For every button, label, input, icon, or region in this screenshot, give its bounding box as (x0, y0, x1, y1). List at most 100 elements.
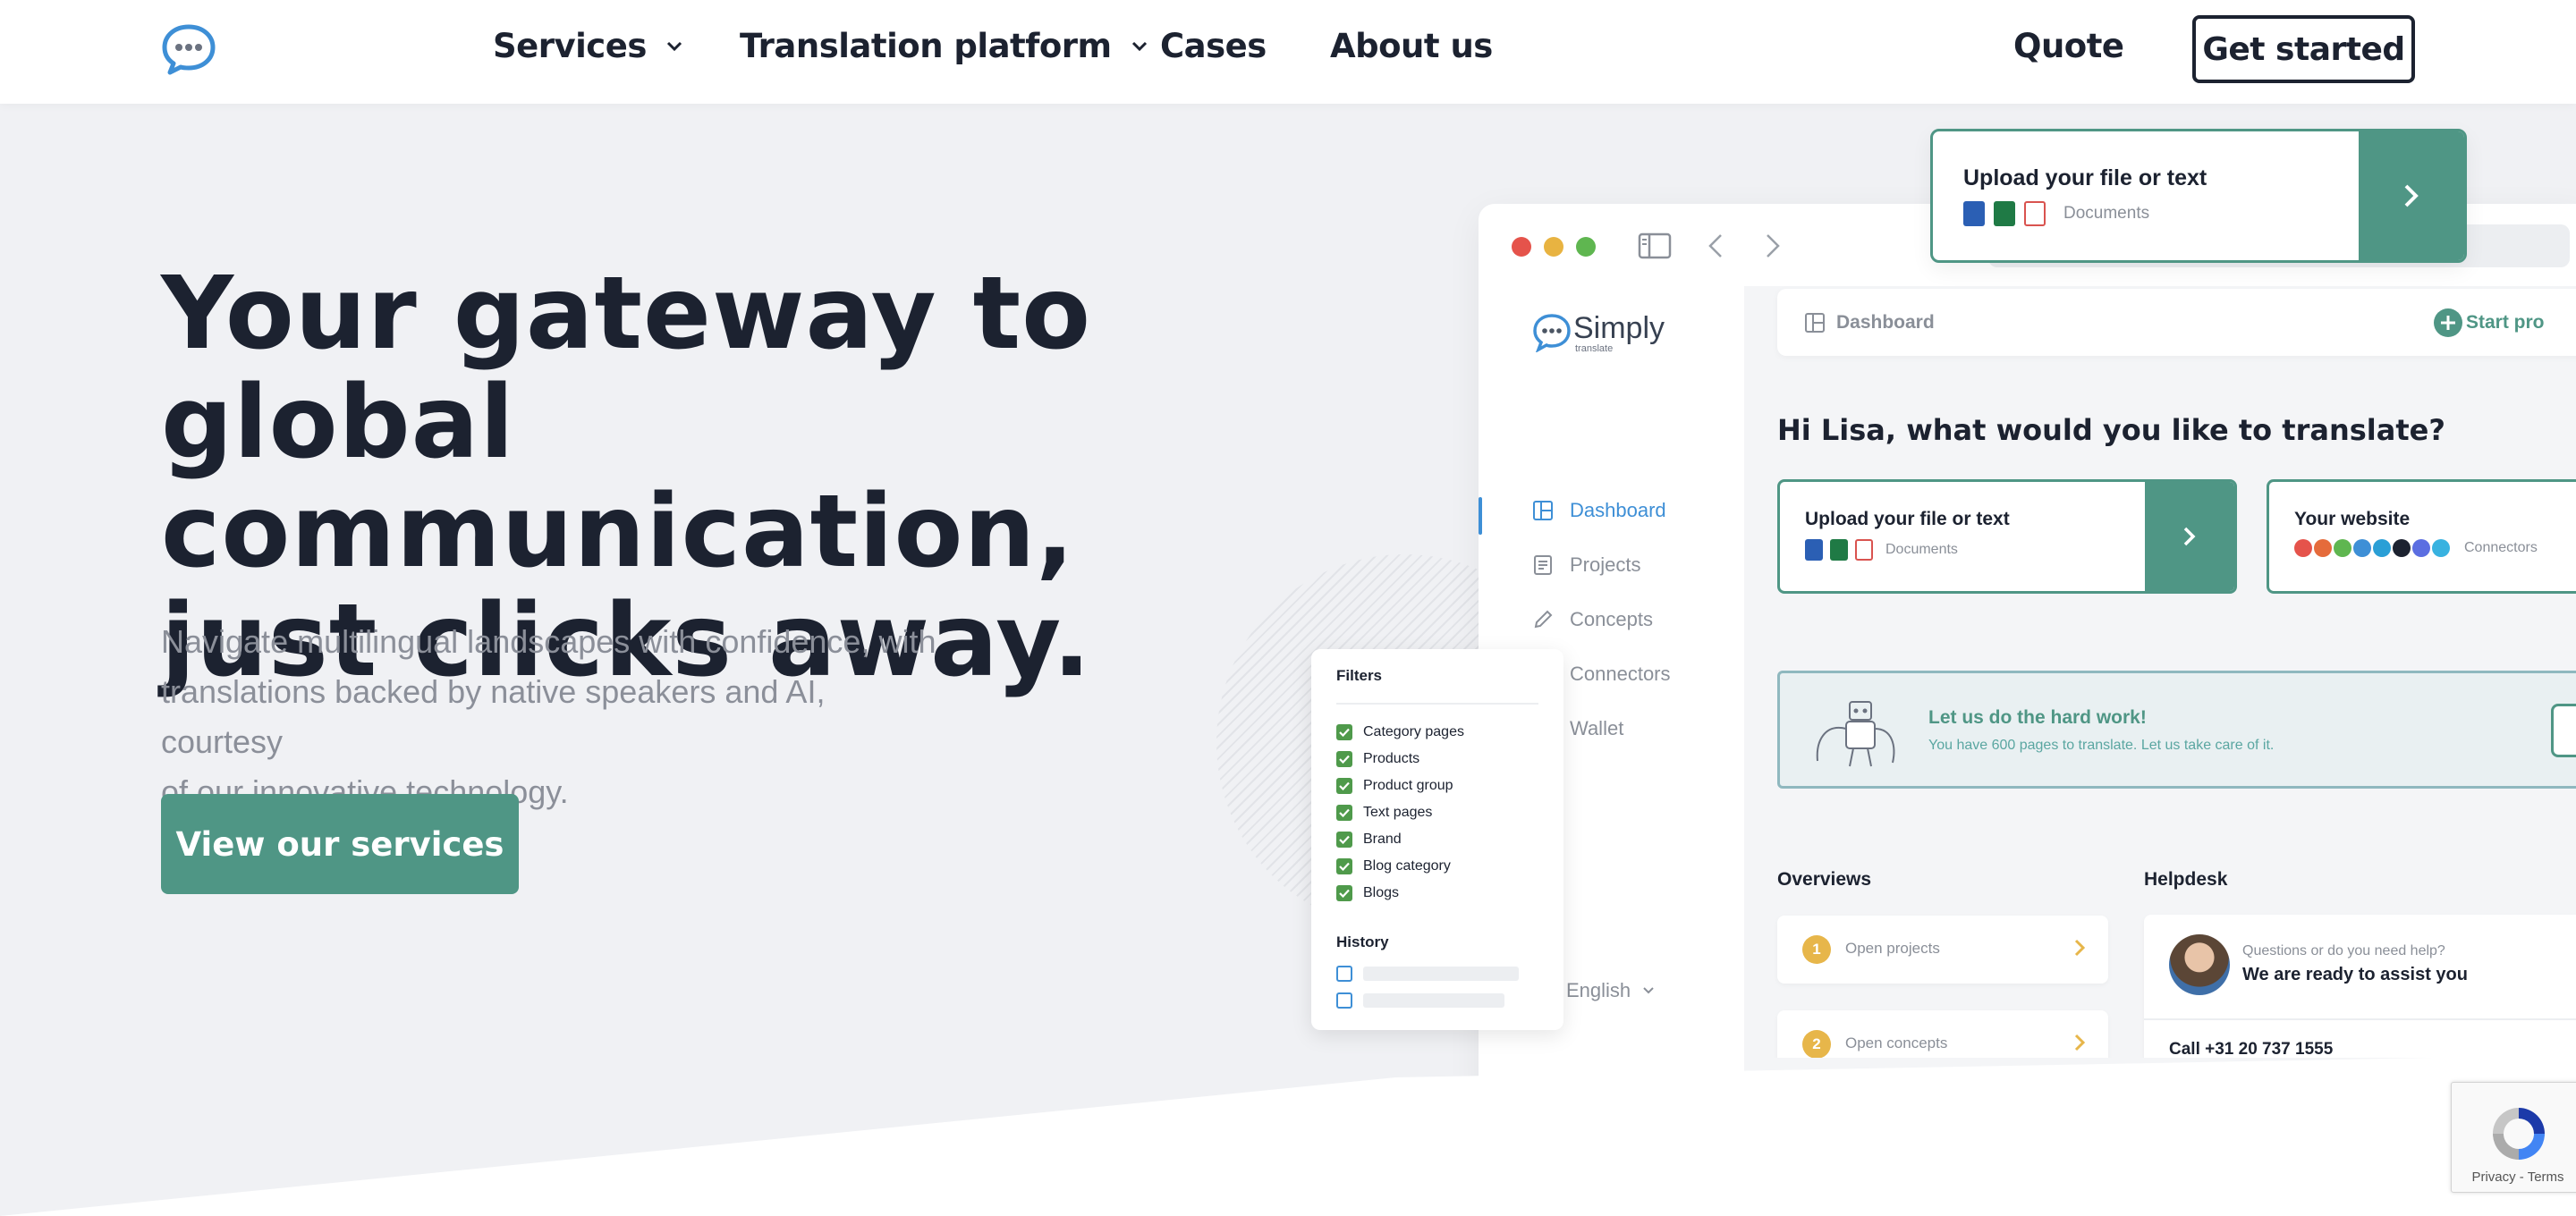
upload-file-card[interactable]: Upload your file or text Documents (1777, 479, 2237, 594)
filter-blogs[interactable]: Blogs (1336, 885, 1399, 901)
top-navbar: Services Translation platform Cases Abou… (0, 0, 2576, 104)
breadcrumb: Dashboard (1836, 312, 1935, 333)
helpdesk-divider (2144, 1018, 2576, 1020)
dashboard-header: Dashboard Start pro (1777, 289, 2576, 356)
nav-cases[interactable]: Cases (1160, 27, 1267, 65)
checkbox-checked-icon (1336, 751, 1352, 767)
nav-about-us[interactable]: About us (1330, 27, 1493, 65)
hero-title-line-2: global communication, (161, 365, 1075, 590)
upload-card-meta: Documents (1805, 539, 1958, 561)
history-item[interactable] (1336, 992, 1504, 1009)
history-title: History (1336, 933, 1389, 950)
recaptcha-privacy-link[interactable]: Privacy (2471, 1170, 2515, 1185)
plus-circle-icon[interactable] (2434, 308, 2462, 337)
forward-arrow-icon[interactable] (1765, 233, 1781, 258)
app-window-mockup: Simply translate Dashboard Projects Conc… (1479, 204, 2576, 1098)
nav-translation-platform-label: Translation platform (740, 27, 1112, 65)
history-placeholder (1363, 967, 1519, 981)
brand-subname: translate (1575, 343, 1614, 354)
banner-action-button[interactable] (2551, 704, 2576, 757)
connector-icon (2314, 539, 2332, 557)
start-project-link[interactable]: Start pro (2466, 312, 2545, 334)
filters-divider (1336, 703, 1538, 705)
website-card-meta: Connectors (2294, 539, 2538, 557)
connector-icon (2334, 539, 2351, 557)
checkbox-checked-icon (1336, 805, 1352, 821)
filter-label: Text pages (1363, 805, 1433, 820)
chevron-down-icon (1131, 41, 1147, 51)
view-services-button[interactable]: View our services (161, 794, 519, 894)
sidebar-item-label: Wallet (1570, 717, 1624, 739)
recaptcha-separator: - (2515, 1170, 2528, 1185)
checkbox-checked-icon (1336, 885, 1352, 901)
helpdesk-phone[interactable]: Call +31 20 737 1555 (2169, 1040, 2333, 1060)
pdf-file-icon (1855, 539, 1873, 561)
checkbox-empty-icon (1336, 992, 1352, 1009)
floating-upload-arrow-button[interactable] (2359, 131, 2464, 260)
nav-services[interactable]: Services (493, 27, 682, 65)
chevron-down-icon (1643, 987, 1654, 994)
floating-upload-meta-label: Documents (2063, 204, 2150, 223)
filter-label: Products (1363, 751, 1420, 766)
chevron-right-icon (2404, 184, 2419, 207)
filter-brand[interactable]: Brand (1336, 832, 1402, 848)
connector-icon (2373, 539, 2391, 557)
excel-file-icon (1994, 201, 2015, 226)
window-minimize-dot (1544, 237, 1563, 257)
word-file-icon (1963, 201, 1985, 226)
language-label: English (1566, 979, 1631, 1001)
upload-card-meta-label: Documents (1885, 542, 1958, 557)
robot-illustration-icon (1816, 701, 1895, 767)
filters-panel: Filters Category pages Products Product … (1311, 649, 1563, 1030)
active-indicator (1479, 497, 1482, 535)
filter-text-pages[interactable]: Text pages (1336, 805, 1432, 821)
projects-icon (1534, 555, 1552, 575)
upload-card-arrow-button[interactable] (2145, 482, 2234, 591)
hero-title-line-1: Your gateway to (161, 256, 1092, 372)
overview-open-projects[interactable]: 1 Open projects (1777, 916, 2108, 984)
banner-title: Let us do the hard work! (1928, 707, 2147, 728)
recaptcha-badge[interactable]: Privacy - Terms (2451, 1082, 2576, 1193)
floating-upload-card[interactable]: Upload your file or text Documents (1930, 129, 2467, 263)
connector-icon (2432, 539, 2450, 557)
nav-translation-platform[interactable]: Translation platform (740, 27, 1148, 65)
filter-blog-category[interactable]: Blog category (1336, 858, 1451, 874)
back-arrow-icon[interactable] (1707, 233, 1724, 258)
sidebar-item-label: Concepts (1570, 608, 1653, 630)
logo-icon[interactable] (161, 23, 216, 75)
filter-label: Product group (1363, 778, 1453, 793)
connector-icon (2393, 539, 2411, 557)
checkbox-empty-icon (1336, 966, 1352, 982)
chevron-right-icon (2183, 527, 2196, 546)
helpdesk-heading: Helpdesk (2144, 869, 2228, 890)
sidebar-item-label: Dashboard (1570, 499, 1666, 521)
connector-icon (2294, 539, 2312, 557)
sidebar-item-dashboard[interactable]: Dashboard (1532, 499, 1666, 522)
nav-about-us-label: About us (1330, 27, 1493, 65)
get-started-button[interactable]: Get started (2192, 15, 2415, 83)
floating-upload-title: Upload your file or text (1963, 165, 2207, 190)
pencil-icon (1534, 610, 1553, 629)
filter-category-pages[interactable]: Category pages (1336, 724, 1464, 740)
filter-product-group[interactable]: Product group (1336, 778, 1453, 794)
sidebar-toggle-icon[interactable] (1638, 232, 1672, 259)
filter-products[interactable]: Products (1336, 751, 1419, 767)
overview-label: Open concepts (1845, 1034, 1948, 1051)
checkbox-checked-icon (1336, 724, 1352, 740)
website-card-title: Your website (2294, 509, 2411, 529)
brand-name: Simply (1573, 311, 1665, 345)
quote-link[interactable]: Quote (2013, 27, 2124, 65)
hero-subtitle: Navigate multilingual landscapes with co… (161, 617, 948, 817)
recaptcha-terms-link[interactable]: Terms (2528, 1170, 2564, 1185)
checkbox-checked-icon (1336, 778, 1352, 794)
excel-file-icon (1830, 539, 1848, 561)
sidebar-item-projects[interactable]: Projects (1532, 553, 1640, 577)
website-card[interactable]: Your website Connectors (2267, 479, 2576, 594)
sidebar-item-concepts[interactable]: Concepts (1532, 608, 1653, 631)
overview-number-badge: 2 (1802, 1030, 1831, 1059)
history-item[interactable] (1336, 966, 1519, 982)
nav-cases-label: Cases (1160, 27, 1267, 65)
overviews-heading: Overviews (1777, 869, 1872, 890)
helpdesk-answer: We are ready to assist you (2242, 965, 2468, 984)
floating-upload-meta: Documents (1963, 201, 2149, 226)
